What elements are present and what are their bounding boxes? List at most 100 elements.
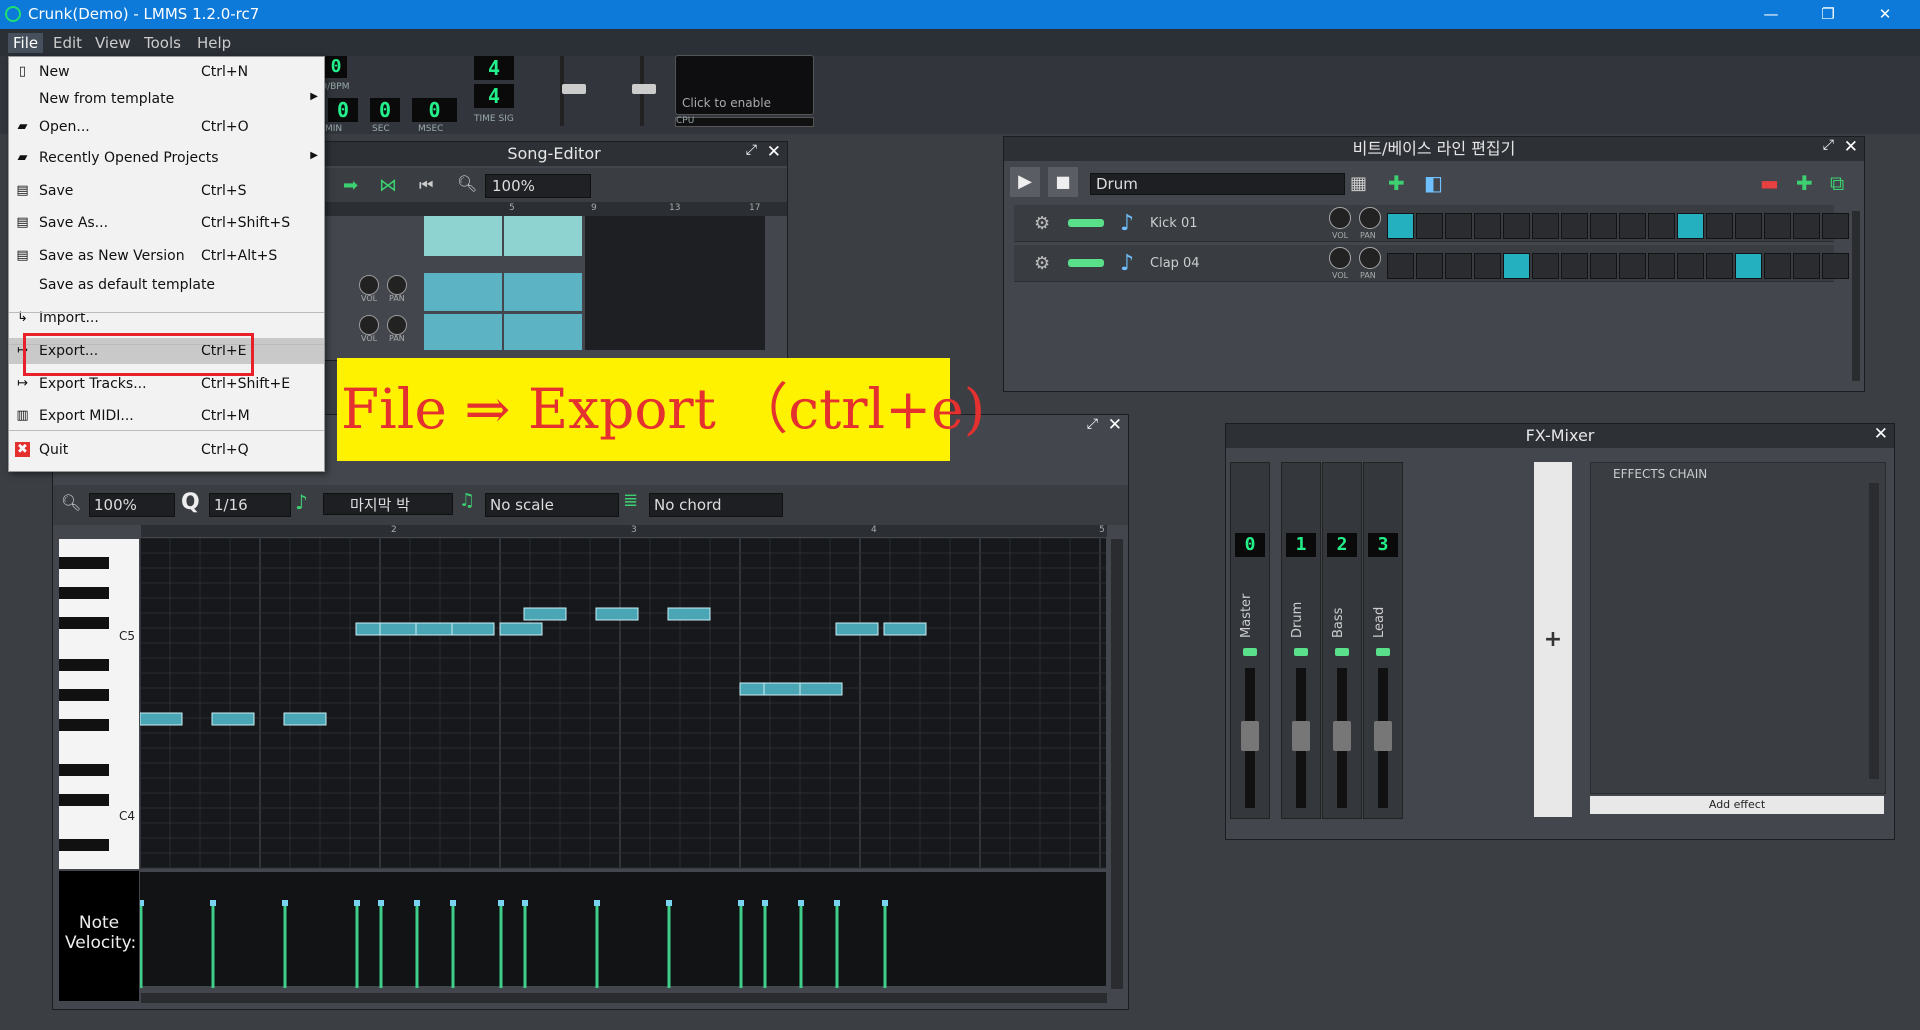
maximize-icon[interactable]: ⤢ [1087,416,1098,432]
note[interactable] [140,712,183,726]
gear-icon[interactable]: ⚙ [1034,213,1050,234]
add-beat-icon[interactable]: ▦ [1350,173,1367,194]
menu-edit[interactable]: Edit [48,33,87,53]
clone-steps-icon[interactable]: ⧉ [1830,171,1844,195]
pan-knob[interactable] [387,275,407,295]
master-pitch-handle[interactable] [632,84,656,94]
minimize-button[interactable]: — [1748,0,1794,29]
add-channel-button[interactable]: + [1534,462,1572,817]
step-button[interactable] [1706,253,1733,279]
velocity-handle[interactable] [594,900,600,906]
velocity-handle[interactable] [210,900,216,906]
song-pattern-block[interactable] [424,314,502,350]
step-button[interactable] [1590,213,1617,239]
pan-knob[interactable] [1359,247,1381,269]
stop-button[interactable]: ■ [1048,167,1078,197]
add-steps-icon[interactable]: ✚ [1796,171,1813,195]
velocity-handle[interactable] [354,900,360,906]
black-key[interactable] [59,617,109,629]
track-name[interactable]: Kick 01 [1150,216,1198,231]
mute-led[interactable] [1335,648,1349,656]
note[interactable] [499,622,543,636]
song-pattern-block[interactable] [504,314,582,350]
step-button[interactable] [1764,253,1791,279]
black-key[interactable] [59,794,109,806]
restore-button[interactable]: ❐ [1805,0,1851,29]
velocity-handle[interactable] [834,900,840,906]
volume-knob[interactable] [1329,207,1351,229]
velocity-handle[interactable] [762,900,768,906]
step-button[interactable] [1416,253,1443,279]
volume-knob[interactable] [359,275,379,295]
note[interactable] [283,712,327,726]
black-key[interactable] [59,689,109,701]
fader-handle[interactable] [1333,721,1351,751]
beat-scrollbar[interactable] [1852,211,1860,381]
remove-steps-icon[interactable]: ▬ [1760,171,1779,195]
close-window-button[interactable]: ✕ [1862,0,1908,29]
velocity-handle[interactable] [414,900,420,906]
menu-file[interactable]: File [8,33,44,53]
play-icon[interactable]: ➡ [343,175,358,196]
step-button[interactable] [1532,213,1559,239]
piano-timeline[interactable]: 2 3 4 5 [141,525,1107,537]
timesig-top-display[interactable]: 4 [474,56,514,80]
piano-horizontal-scrollbar[interactable] [141,993,1107,1003]
mixer-channel[interactable]: 2 Bass [1322,462,1362,819]
step-button[interactable] [1561,253,1588,279]
velocity-handle[interactable] [522,900,528,906]
fader-handle[interactable] [1292,721,1310,751]
timesig-bottom-display[interactable]: 4 [474,84,514,108]
note[interactable] [835,622,879,636]
file-menu-item[interactable]: ▤ Save Ctrl+S [9,178,324,204]
menu-view[interactable]: View [90,33,136,53]
step-button[interactable] [1648,253,1675,279]
black-key[interactable] [59,587,109,599]
close-icon[interactable]: ✕ [767,142,781,162]
step-button[interactable] [1474,213,1501,239]
mixer-channel[interactable]: 0 Master [1230,462,1270,819]
record-icon[interactable]: ⋈ [379,175,397,196]
song-zoom-select[interactable]: 100% [485,174,591,198]
step-button[interactable] [1387,213,1414,239]
chord-select[interactable]: No chord [649,493,783,517]
step-button[interactable] [1416,213,1443,239]
velocity-handle[interactable] [378,900,384,906]
velocity-handle[interactable] [666,900,672,906]
note[interactable] [799,682,843,696]
step-button[interactable] [1648,213,1675,239]
pattern-select[interactable]: Drum [1090,173,1345,195]
step-button[interactable] [1793,213,1820,239]
song-empty-grid[interactable] [585,216,765,350]
effects-scrollbar[interactable] [1869,483,1879,779]
add-effect-button[interactable]: Add effect [1590,796,1884,814]
note[interactable] [595,607,639,621]
step-button[interactable] [1503,213,1530,239]
step-button[interactable] [1445,213,1472,239]
file-menu-item[interactable]: New from template ▶ [9,86,324,112]
maximize-icon[interactable]: ⤢ [746,142,757,158]
volume-knob[interactable] [1329,247,1351,269]
close-icon[interactable]: ✕ [1844,137,1858,157]
mute-led[interactable] [1376,648,1390,656]
mute-led[interactable] [1294,648,1308,656]
step-button[interactable] [1619,213,1646,239]
note[interactable] [451,622,495,636]
file-menu-item[interactable]: ✖ Quit Ctrl+Q [9,437,324,463]
step-button[interactable] [1532,253,1559,279]
maximize-icon[interactable]: ⤢ [1823,137,1834,153]
menu-tools[interactable]: Tools [139,33,186,53]
fader-handle[interactable] [1374,721,1392,751]
mixer-channel[interactable]: 1 Drum [1281,462,1321,819]
black-key[interactable] [59,839,109,851]
step-button[interactable] [1474,253,1501,279]
velocity-handle[interactable] [498,900,504,906]
velocity-handle[interactable] [738,900,744,906]
scale-select[interactable]: No scale [485,493,619,517]
note[interactable] [667,607,711,621]
step-button[interactable] [1706,213,1733,239]
mute-toggle[interactable] [1068,219,1104,227]
close-icon[interactable]: ✕ [1108,415,1122,435]
add-automation-icon[interactable]: ✚ [1388,171,1405,195]
velocity-handle[interactable] [282,900,288,906]
